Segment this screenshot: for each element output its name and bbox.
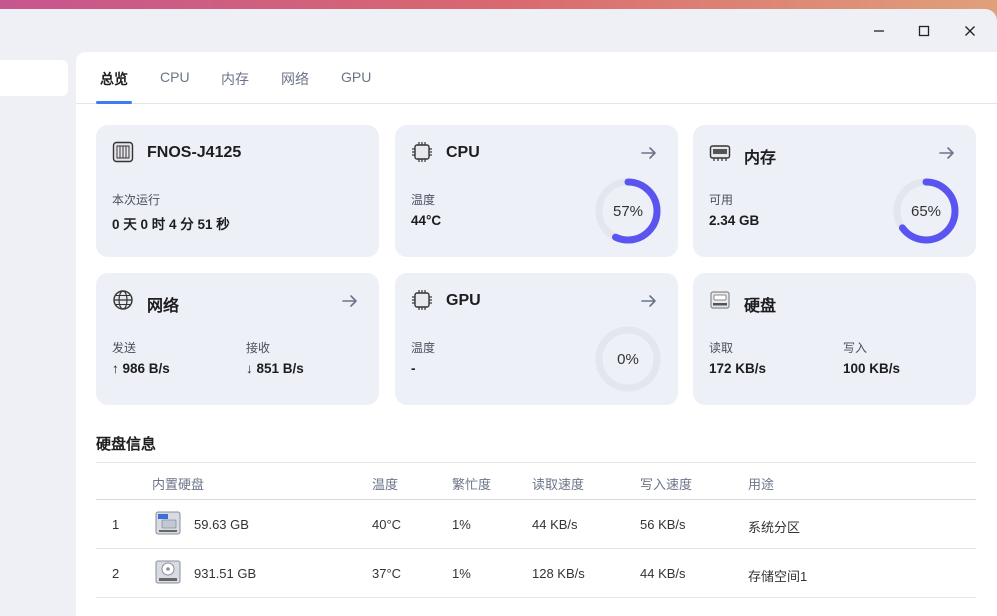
maximize-icon xyxy=(918,25,930,37)
gpu-temp-value: - xyxy=(411,361,416,376)
disk-temp: 40°C xyxy=(372,517,402,532)
column-header-disk: 内置硬盘 xyxy=(152,477,205,492)
gpu-title: GPU xyxy=(446,292,481,309)
network-send-value: ↑ 986 B/s xyxy=(112,361,170,376)
disk-title: 硬盘 xyxy=(744,298,777,315)
disk-write-speed: 56 KB/s xyxy=(640,517,686,532)
table-row[interactable]: 2 931.51 GB 37°C 1% 128 KB/s 44 KB/s 存储空… xyxy=(96,549,976,598)
disk-info-title: 硬盘信息 xyxy=(96,436,157,453)
disk-card[interactable]: 硬盘 读取 172 KB/s 写入 100 KB/s xyxy=(693,273,976,405)
hard-disk-icon xyxy=(710,291,730,309)
column-header-write: 写入速度 xyxy=(640,477,693,492)
ssd-icon xyxy=(155,511,181,535)
disk-usage: 存储空间1 xyxy=(748,569,808,584)
cpu-chip-icon xyxy=(412,142,432,162)
close-button[interactable] xyxy=(958,19,982,43)
network-title: 网络 xyxy=(147,298,180,315)
disk-read-label: 读取 xyxy=(709,341,734,355)
uptime-label: 本次运行 xyxy=(112,193,161,207)
ram-icon xyxy=(709,145,731,161)
disk-info-table: 内置硬盘 温度 繁忙度 读取速度 写入速度 用途 1 59.63 GB 40°C… xyxy=(96,462,976,598)
disk-busy: 1% xyxy=(452,517,471,532)
tab-network[interactable]: 网络 xyxy=(281,69,309,89)
minimize-icon xyxy=(874,30,884,32)
cpu-card[interactable]: CPU 温度 44°C 57% xyxy=(395,125,678,257)
tab-gpu[interactable]: GPU xyxy=(341,69,371,85)
active-tab-indicator xyxy=(96,101,132,104)
gpu-temp-label: 温度 xyxy=(411,341,436,355)
disk-write-label: 写入 xyxy=(843,341,868,355)
gpu-card[interactable]: GPU 温度 - 0% xyxy=(395,273,678,405)
cpu-temp-label: 温度 xyxy=(411,193,436,207)
minimize-button[interactable] xyxy=(867,19,891,43)
tab-cpu[interactable]: CPU xyxy=(160,69,190,85)
tab-memory[interactable]: 内存 xyxy=(221,69,249,89)
disk-usage: 系统分区 xyxy=(748,520,801,535)
disk-write-value: 100 KB/s xyxy=(843,361,901,376)
table-row[interactable]: 1 59.63 GB 40°C 1% 44 KB/s 56 KB/s 系统分区 xyxy=(96,500,976,549)
title-bar xyxy=(797,9,997,51)
network-send-label: 发送 xyxy=(112,341,137,355)
arrow-right-icon[interactable] xyxy=(640,144,658,162)
column-header-temp: 温度 xyxy=(372,477,399,492)
row-index: 2 xyxy=(112,566,120,581)
motherboard-icon xyxy=(112,141,134,163)
memory-usage-text: 65% xyxy=(910,202,942,220)
maximize-button[interactable] xyxy=(912,19,936,43)
column-header-read: 读取速度 xyxy=(532,477,585,492)
gpu-usage-text: 0% xyxy=(617,350,639,368)
close-icon xyxy=(965,26,975,36)
network-card[interactable]: 网络 发送 ↑ 986 B/s 接收 ↓ 851 B/s xyxy=(96,273,379,405)
disk-read-value: 172 KB/s xyxy=(709,361,767,376)
disk-size: 931.51 GB xyxy=(194,566,257,581)
column-header-usage: 用途 xyxy=(748,477,775,492)
memory-card[interactable]: 内存 可用 2.34 GB 65% xyxy=(693,125,976,257)
tab-bar: 总览 CPU 内存 网络 GPU xyxy=(76,52,997,104)
gpu-chip-icon xyxy=(412,290,432,310)
disk-busy: 1% xyxy=(452,566,471,581)
disk-size: 59.63 GB xyxy=(194,517,249,532)
column-header-busy: 繁忙度 xyxy=(452,477,492,492)
disk-read-speed: 128 KB/s xyxy=(532,566,585,581)
device-name: FNOS-J4125 xyxy=(147,144,242,161)
network-receive-value: ↓ 851 B/s xyxy=(246,361,304,376)
cpu-temp-value: 44°C xyxy=(411,213,442,228)
arrow-right-icon[interactable] xyxy=(938,144,956,162)
cpu-usage-text: 57% xyxy=(612,202,644,220)
device-card: FNOS-J4125 本次运行 0 天 0 时 4 分 51 秒 xyxy=(96,125,379,257)
hdd-icon xyxy=(155,560,181,584)
memory-available-value: 2.34 GB xyxy=(709,213,760,228)
app-window: 总览 CPU 内存 网络 GPU FNOS-J4125 本次运行 0 天 0 时… xyxy=(0,9,997,616)
uptime-value: 0 天 0 时 4 分 51 秒 xyxy=(112,217,230,232)
tab-overview[interactable]: 总览 xyxy=(100,69,128,89)
sidebar-selected-item[interactable] xyxy=(0,60,68,96)
network-receive-label: 接收 xyxy=(246,341,271,355)
arrow-right-icon[interactable] xyxy=(341,292,359,310)
memory-title: 内存 xyxy=(744,150,777,167)
globe-icon xyxy=(113,290,133,310)
arrow-right-icon[interactable] xyxy=(640,292,658,310)
cpu-title: CPU xyxy=(446,144,480,161)
disk-read-speed: 44 KB/s xyxy=(532,517,578,532)
row-index: 1 xyxy=(112,517,120,532)
disk-temp: 37°C xyxy=(372,566,402,581)
memory-available-label: 可用 xyxy=(709,193,734,207)
disk-write-speed: 44 KB/s xyxy=(640,566,686,581)
main-panel: 总览 CPU 内存 网络 GPU FNOS-J4125 本次运行 0 天 0 时… xyxy=(76,52,997,616)
table-header: 内置硬盘 温度 繁忙度 读取速度 写入速度 用途 xyxy=(96,462,976,500)
